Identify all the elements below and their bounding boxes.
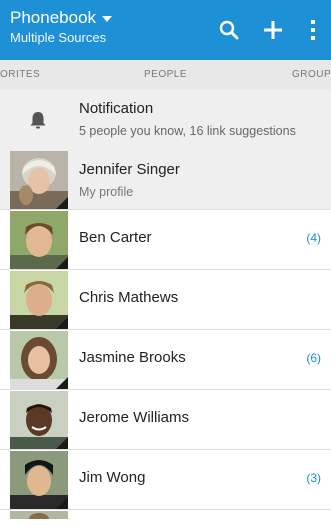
corner-marker: [56, 437, 68, 449]
contact-name: Jennifer Singer: [79, 161, 180, 178]
corner-marker: [56, 497, 68, 509]
more-vert-icon: [311, 20, 315, 40]
corner-marker: [56, 317, 68, 329]
contact-row[interactable]: Jennifer Singer My profile: [0, 150, 331, 210]
contact-list: Jennifer Singer My profile Ben Carter (4…: [0, 150, 331, 530]
contact-count: (4): [306, 231, 321, 245]
tab-favorites[interactable]: ORITES: [0, 60, 40, 90]
action-bar: [207, 0, 331, 60]
dropdown-caret-icon: [102, 16, 113, 22]
search-icon: [219, 20, 239, 40]
tab-favorites-label: ORITES: [0, 69, 41, 80]
avatar-jasmine[interactable]: [10, 331, 68, 389]
notification-row[interactable]: Notification 5 people you know, 16 link …: [0, 90, 331, 150]
overflow-menu-button[interactable]: [295, 8, 331, 52]
contact-name: Chris Mathews: [79, 289, 179, 306]
tab-people[interactable]: PEOPLE: [144, 69, 187, 80]
profile-corner-marker: [56, 197, 68, 209]
plus-icon: [264, 21, 282, 39]
app-title: Phonebook: [10, 8, 97, 27]
contact-row[interactable]: Ben Carter (4): [0, 210, 331, 270]
add-contact-button[interactable]: [251, 8, 295, 52]
avatar-ben[interactable]: [10, 211, 68, 269]
contact-name: Jasmine Brooks: [79, 349, 186, 366]
tab-strip: ORITES PEOPLE GROUP: [0, 60, 331, 90]
avatar-jennifer[interactable]: [10, 151, 68, 209]
contact-row-partial[interactable]: [0, 510, 331, 530]
contact-count: (6): [306, 351, 321, 365]
tab-people-wrap: PEOPLE: [0, 60, 331, 90]
avatar-chris[interactable]: [10, 271, 68, 329]
contact-subtitle: My profile: [79, 185, 134, 199]
title-row: Phonebook: [10, 8, 113, 28]
avatar-jim[interactable]: [10, 451, 68, 509]
contact-row[interactable]: Jasmine Brooks (6): [0, 330, 331, 390]
source-dropdown[interactable]: Phonebook Multiple Sources: [10, 8, 113, 46]
notification-subtitle: 5 people you know, 16 link suggestions: [79, 124, 296, 138]
corner-marker: [56, 257, 68, 269]
contact-row[interactable]: Jerome Williams: [0, 390, 331, 450]
contact-row[interactable]: Jim Wong (3): [0, 450, 331, 510]
contact-row[interactable]: Chris Mathews: [0, 270, 331, 330]
source-subtitle: Multiple Sources: [10, 30, 107, 45]
contact-name: Jerome Williams: [79, 409, 190, 426]
tab-groups[interactable]: GROUP: [292, 60, 331, 90]
search-button[interactable]: [207, 8, 251, 52]
tab-groups-label: GROUP: [292, 69, 331, 80]
app-bar: Phonebook Multiple Sources: [0, 0, 331, 60]
contact-count: (3): [306, 471, 321, 485]
contact-name: Jim Wong: [79, 469, 146, 486]
bell-icon: [30, 112, 46, 129]
notification-title: Notification: [79, 100, 154, 117]
corner-marker: [56, 377, 68, 389]
contact-name: Ben Carter: [79, 229, 152, 246]
avatar-jerome[interactable]: [10, 391, 68, 449]
